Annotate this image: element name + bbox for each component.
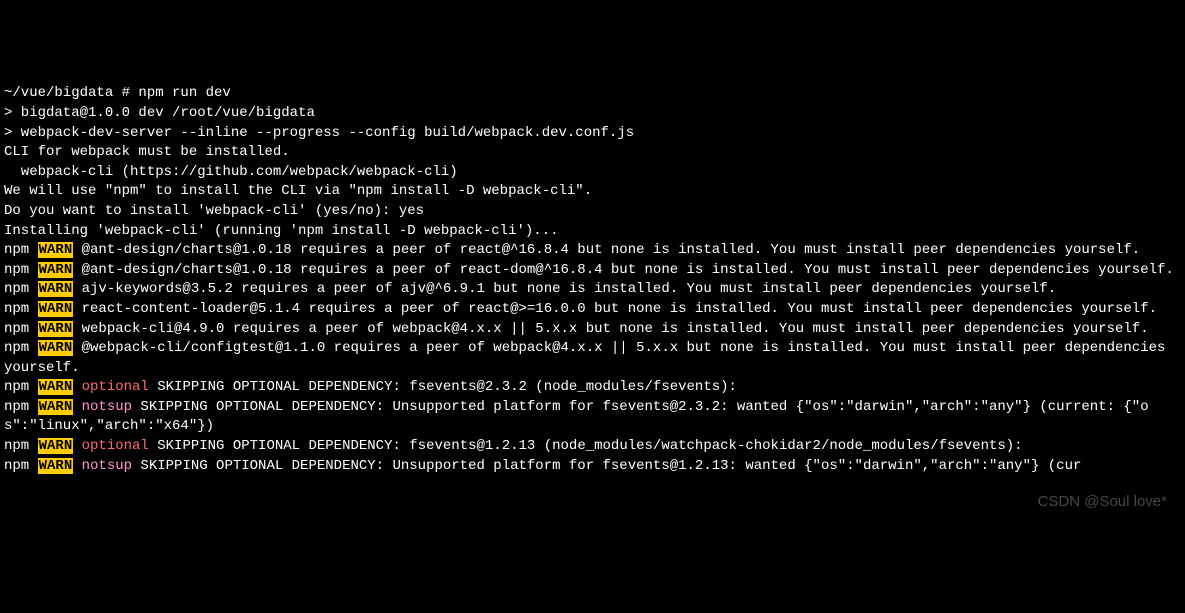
warn-badge: WARN [38,399,74,415]
npm-prefix: npm [4,458,38,474]
npm-warn-line: npm WARN optional SKIPPING OPTIONAL DEPE… [4,378,1181,398]
warn-message: webpack-cli@4.9.0 requires a peer of web… [73,321,1148,337]
npm-warn-line: npm WARN webpack-cli@4.9.0 requires a pe… [4,320,1181,340]
npm-prefix: npm [4,379,38,395]
warn-badge: WARN [38,301,74,317]
warn-message: SKIPPING OPTIONAL DEPENDENCY: fsevents@1… [149,438,1023,454]
terminal-line: We will use "npm" to install the CLI via… [4,182,1181,202]
terminal-line: Installing 'webpack-cli' (running 'npm i… [4,222,1181,242]
npm-prefix: npm [4,399,38,415]
npm-warn-line: npm WARN @ant-design/charts@1.0.18 requi… [4,241,1181,261]
warn-message: SKIPPING OPTIONAL DEPENDENCY: Unsupporte… [132,458,1081,474]
terminal-line: ~/vue/bigdata # npm run dev [4,84,1181,104]
npm-prefix: npm [4,438,38,454]
terminal-line: Do you want to install 'webpack-cli' (ye… [4,202,1181,222]
warn-message: SKIPPING OPTIONAL DEPENDENCY: fsevents@2… [149,379,737,395]
warn-badge: WARN [38,438,74,454]
npm-prefix: npm [4,340,38,356]
terminal-line: > webpack-dev-server --inline --progress… [4,124,1181,144]
npm-warn-line: npm WARN notsup SKIPPING OPTIONAL DEPEND… [4,457,1181,477]
optional-label: optional [73,379,149,395]
warn-message: SKIPPING OPTIONAL DEPENDENCY: Unsupporte… [4,399,1149,435]
optional-label: optional [73,438,149,454]
npm-prefix: npm [4,262,38,278]
npm-warn-line: npm WARN @webpack-cli/configtest@1.1.0 r… [4,339,1181,378]
terminal-output[interactable]: ~/vue/bigdata # npm run dev> bigdata@1.0… [4,84,1181,476]
warn-message: @webpack-cli/configtest@1.1.0 requires a… [4,340,1174,376]
warn-message: ajv-keywords@3.5.2 requires a peer of aj… [73,281,1056,297]
notsup-label: notsup [73,399,132,415]
warn-message: @ant-design/charts@1.0.18 requires a pee… [73,242,1140,258]
warn-badge: WARN [38,321,74,337]
warn-message: react-content-loader@5.1.4 requires a pe… [73,301,1157,317]
terminal-line: webpack-cli (https://github.com/webpack/… [4,163,1181,183]
terminal-line: CLI for webpack must be installed. [4,143,1181,163]
npm-warn-line: npm WARN optional SKIPPING OPTIONAL DEPE… [4,437,1181,457]
watermark: CSDN @Soul love* [1038,491,1167,512]
npm-prefix: npm [4,301,38,317]
npm-prefix: npm [4,281,38,297]
npm-prefix: npm [4,242,38,258]
warn-badge: WARN [38,281,74,297]
warn-badge: WARN [38,340,74,356]
npm-warn-line: npm WARN @ant-design/charts@1.0.18 requi… [4,261,1181,281]
warn-message: @ant-design/charts@1.0.18 requires a pee… [73,262,1174,278]
warn-badge: WARN [38,379,74,395]
npm-warn-line: npm WARN notsup SKIPPING OPTIONAL DEPEND… [4,398,1181,437]
notsup-label: notsup [73,458,132,474]
warn-badge: WARN [38,262,74,278]
npm-warn-line: npm WARN ajv-keywords@3.5.2 requires a p… [4,280,1181,300]
terminal-line: > bigdata@1.0.0 dev /root/vue/bigdata [4,104,1181,124]
warn-badge: WARN [38,458,74,474]
npm-prefix: npm [4,321,38,337]
npm-warn-line: npm WARN react-content-loader@5.1.4 requ… [4,300,1181,320]
warn-badge: WARN [38,242,74,258]
